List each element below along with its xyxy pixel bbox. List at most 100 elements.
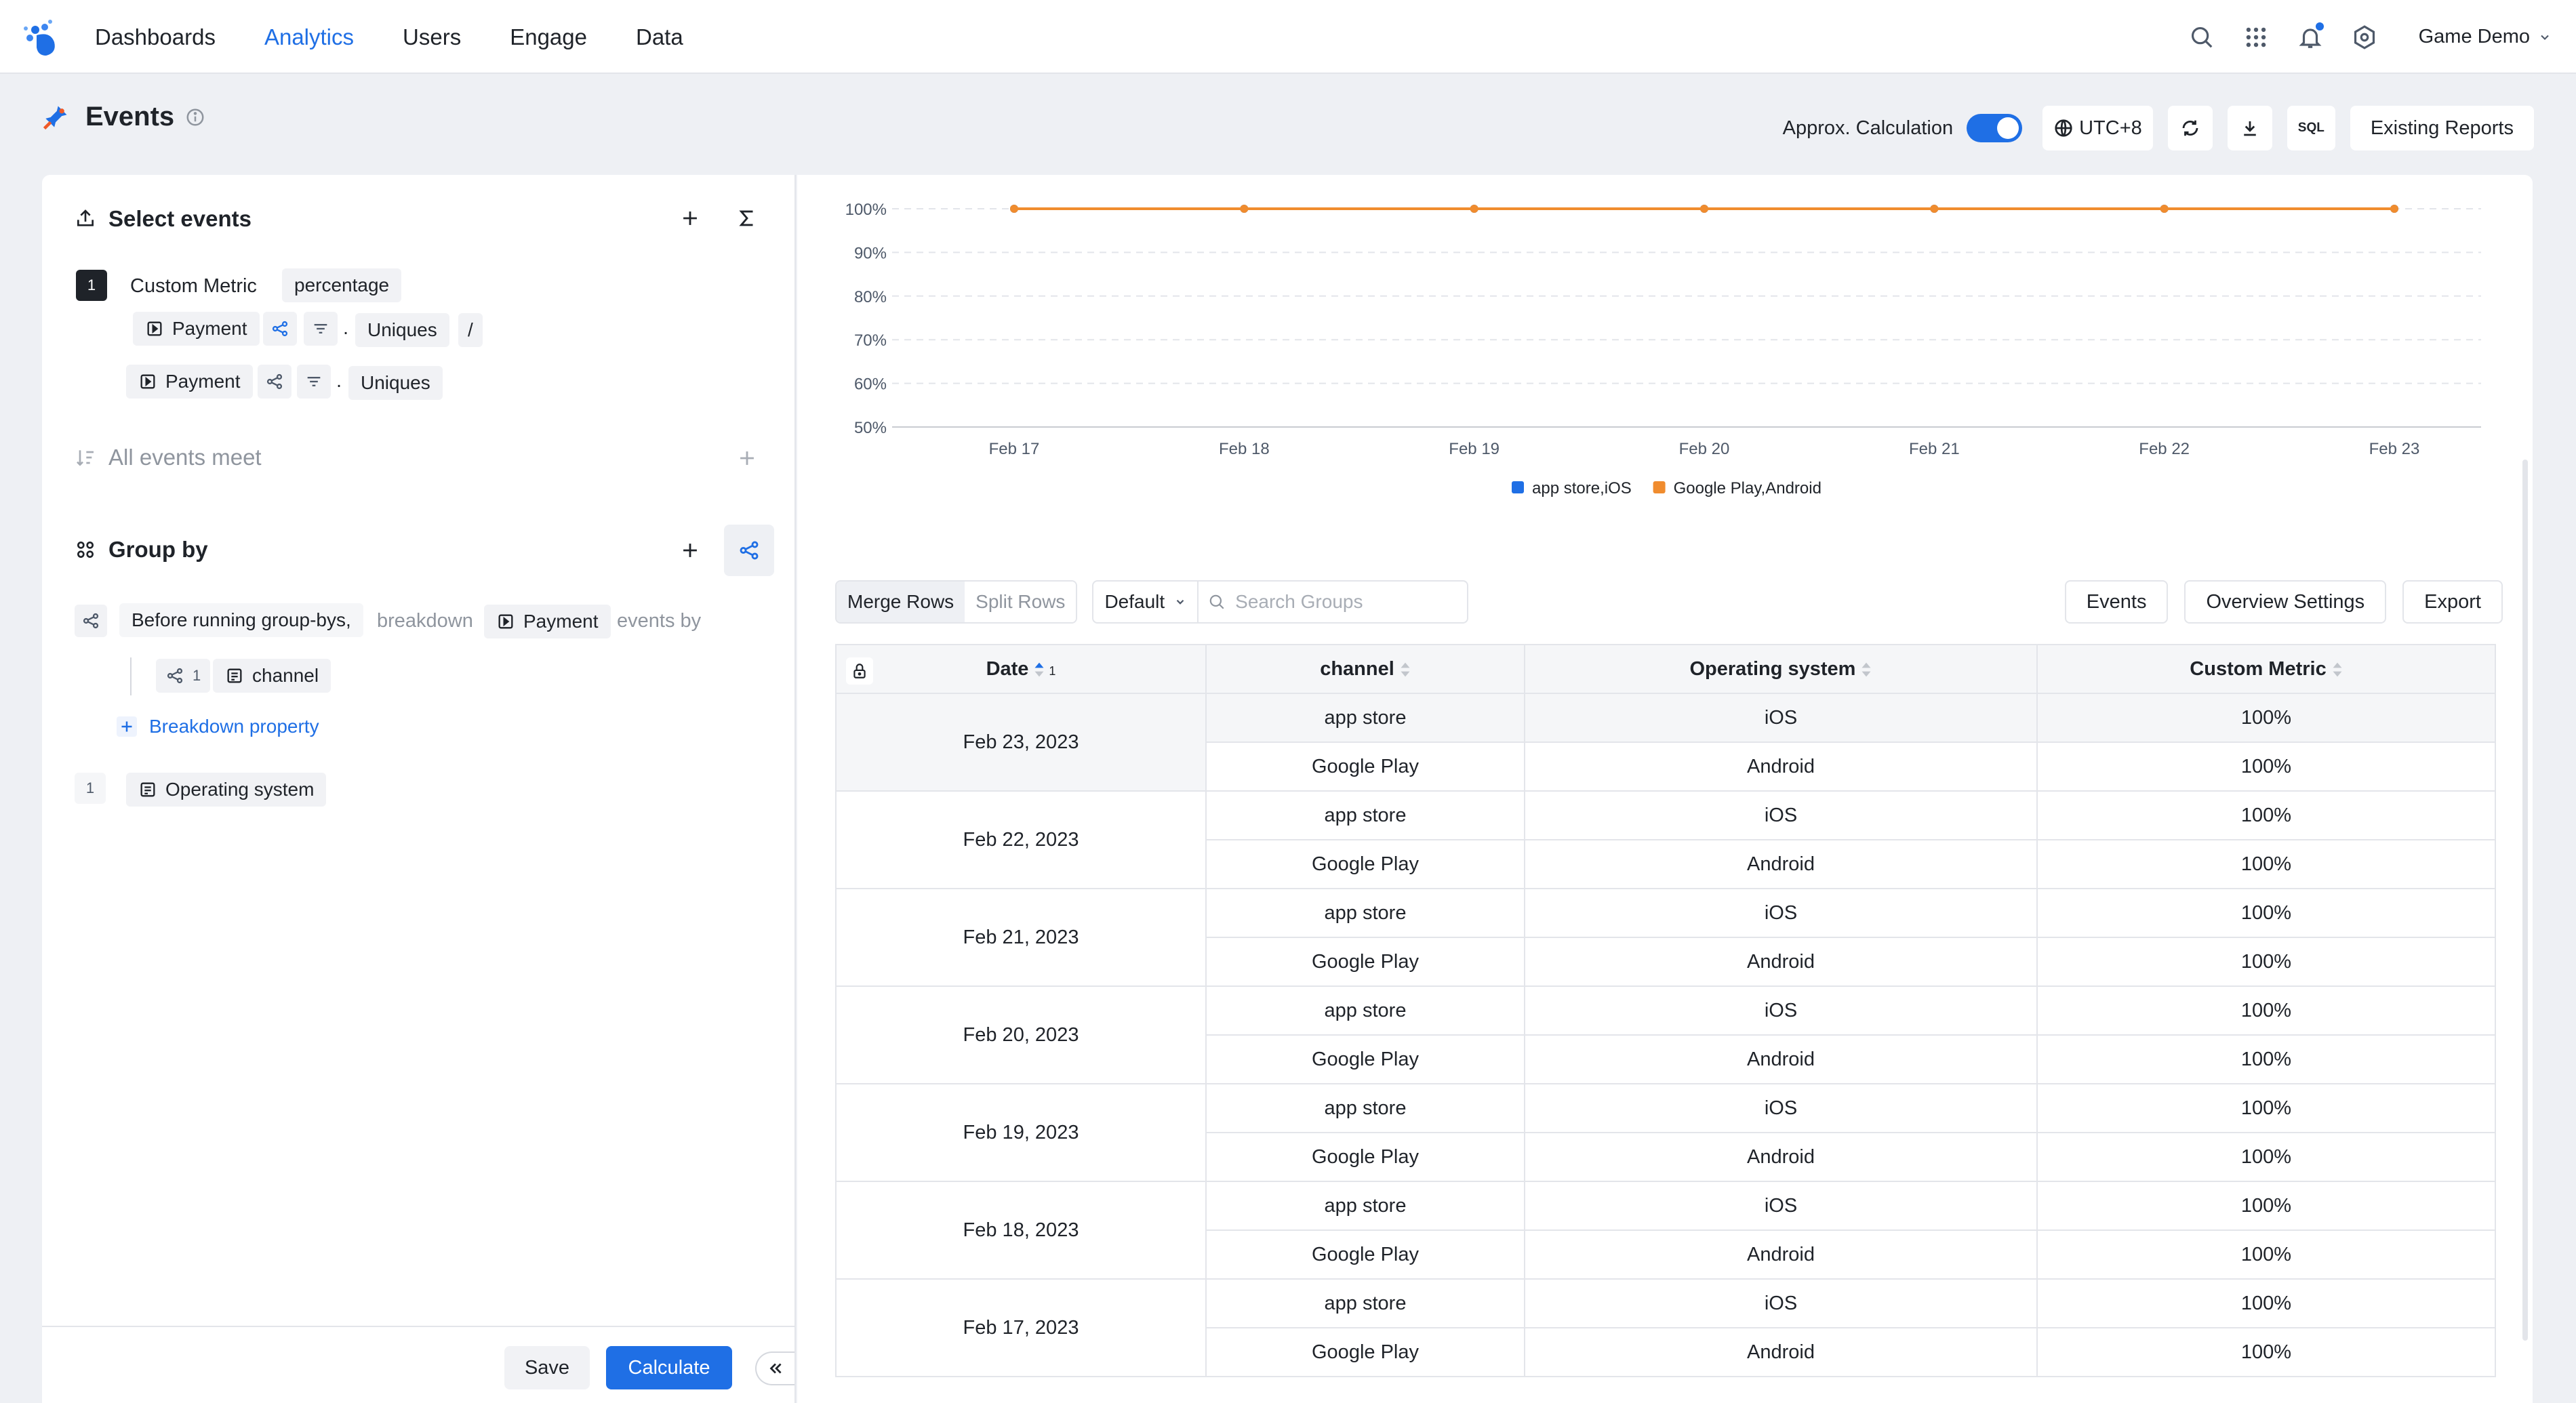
group-index-badge: 1 <box>75 773 106 804</box>
sort-icon[interactable] <box>1861 661 1872 678</box>
legend-swatch <box>1653 481 1666 493</box>
query-builder-panel: Select events 1 Custom Metric percentage… <box>42 175 796 1403</box>
nav-dashboards[interactable]: Dashboards <box>95 24 216 50</box>
results-table: Date 1 channel Operating system Custom Me… <box>835 644 2496 1377</box>
os-cell: iOS <box>1524 1278 2038 1328</box>
table-row[interactable]: Feb 18, 2023 app store iOS 100% <box>835 1181 2496 1280</box>
table-row[interactable]: Feb 19, 2023 app store iOS 100% <box>835 1083 2496 1182</box>
metric-format-chip[interactable]: percentage <box>282 268 402 302</box>
plus-icon <box>740 451 754 465</box>
refresh-button[interactable] <box>2167 106 2213 150</box>
channel-cell: Google Play <box>1205 1132 1525 1182</box>
y-tick-label: 100% <box>845 201 887 219</box>
nav-data[interactable]: Data <box>636 24 683 50</box>
calculate-button[interactable]: Calculate <box>606 1346 732 1389</box>
existing-reports-label: Existing Reports <box>2370 117 2514 139</box>
download-button[interactable] <box>2227 106 2272 150</box>
denominator-dot: . <box>336 370 342 392</box>
sort-icon[interactable] <box>2332 661 2343 678</box>
collapse-panel-button[interactable] <box>755 1351 794 1385</box>
main-nav: Dashboards Analytics Users Engage Data <box>95 0 732 74</box>
filter-icon <box>307 377 321 386</box>
settings-gear-icon[interactable] <box>2337 10 2392 64</box>
search-groups-input[interactable] <box>1235 591 1453 613</box>
save-button[interactable]: Save <box>504 1346 590 1389</box>
apps-grid-icon[interactable] <box>2229 10 2283 64</box>
bell-icon[interactable] <box>2283 10 2337 64</box>
table-row[interactable]: Feb 17, 2023 app store iOS 100% <box>835 1278 2496 1377</box>
os-cell: Android <box>1524 1327 2038 1377</box>
table-row[interactable]: Feb 23, 2023 app store iOS 100% <box>835 693 2496 792</box>
group-by-section-title: Group by <box>75 537 208 563</box>
timezone-label: UTC+8 <box>2079 117 2142 139</box>
numerator-event-chip[interactable]: Payment <box>133 312 260 346</box>
os-column-header[interactable]: Operating system <box>1524 644 2038 694</box>
share-nodes-icon <box>272 321 288 337</box>
event-icon <box>498 614 513 629</box>
os-cell: iOS <box>1524 790 2038 840</box>
events-button[interactable]: Events <box>2064 580 2169 624</box>
nav-users[interactable]: Users <box>403 24 461 50</box>
sql-button[interactable]: SQL <box>2287 106 2335 150</box>
table-row[interactable]: Feb 20, 2023 app store iOS 100% <box>835 985 2496 1084</box>
export-button[interactable]: Export <box>2402 580 2503 624</box>
approx-calculation-label: Approx. Calculation <box>1782 117 1954 139</box>
denominator-agg-chip[interactable]: Uniques <box>348 366 443 400</box>
add-filter-button[interactable] <box>728 439 766 477</box>
row-mode-toggle: Merge Rows Split Rows <box>835 580 1078 624</box>
sort-select[interactable]: Default <box>1092 580 1199 624</box>
channel-column-header[interactable]: channel <box>1205 644 1525 694</box>
project-name: Game Demo <box>2418 26 2530 47</box>
merge-rows-button[interactable]: Merge Rows <box>837 582 965 622</box>
info-icon[interactable] <box>185 107 205 127</box>
overview-settings-button[interactable]: Overview Settings <box>2184 580 2387 624</box>
approx-calculation-toggle[interactable] <box>1967 114 2023 142</box>
add-breakdown-property-button[interactable]: Breakdown property <box>117 716 319 737</box>
sort-icon[interactable] <box>1034 661 1045 678</box>
add-group-button[interactable] <box>671 531 709 569</box>
lock-icon[interactable] <box>846 657 873 685</box>
metric-cell: 100% <box>2036 1034 2496 1084</box>
numerator-filter-button[interactable] <box>304 312 338 346</box>
all-events-meet-title[interactable]: All events meet <box>75 445 262 470</box>
app-logo-icon[interactable] <box>20 18 61 58</box>
group-property-chip[interactable]: Operating system <box>126 773 327 807</box>
metric-cell: 100% <box>2036 693 2496 743</box>
top-bar: Dashboards Analytics Users Engage Data G… <box>0 0 2576 74</box>
date-column-header[interactable]: Date 1 <box>835 644 1207 694</box>
add-event-button[interactable] <box>671 199 709 237</box>
table-actions: Events Overview Settings Export <box>2049 580 2503 624</box>
timezone-button[interactable]: UTC+8 <box>2042 106 2153 150</box>
metric-column-header[interactable]: Custom Metric <box>2036 644 2496 694</box>
denominator-event-chip[interactable]: Payment <box>126 365 253 399</box>
sub-breakdown-badge: 1 <box>156 659 211 693</box>
double-chevron-left-icon <box>769 1363 782 1374</box>
table-row[interactable]: Feb 21, 2023 app store iOS 100% <box>835 888 2496 987</box>
numerator-agg-chip[interactable]: Uniques <box>355 313 449 347</box>
search-icon <box>1209 594 1224 609</box>
sub-property-chip[interactable]: channel <box>213 659 331 693</box>
nav-analytics[interactable]: Analytics <box>264 24 354 50</box>
sort-icon[interactable] <box>1400 661 1411 678</box>
nav-engage[interactable]: Engage <box>510 24 587 50</box>
group-breakdown-button[interactable] <box>724 525 774 576</box>
results-scrollbar[interactable] <box>2518 460 2533 1341</box>
breakdown-event-chip[interactable]: Payment <box>484 605 611 638</box>
project-selector[interactable]: Game Demo <box>2419 26 2552 48</box>
metric-index-badge: 1 <box>76 270 107 301</box>
existing-reports-button[interactable]: Existing Reports <box>2350 106 2534 150</box>
channel-cell: app store <box>1205 1083 1525 1133</box>
os-cell: Android <box>1524 741 2038 792</box>
metric-name[interactable]: Custom Metric <box>130 275 257 298</box>
split-rows-button[interactable]: Split Rows <box>965 582 1076 622</box>
operator-chip[interactable]: / <box>458 313 483 347</box>
search-icon[interactable] <box>2175 10 2229 64</box>
page-title: Events <box>85 102 175 131</box>
denominator-filter-button[interactable] <box>297 365 331 399</box>
channel-cell: app store <box>1205 790 1525 840</box>
denominator-breakdown-button[interactable] <box>258 365 291 399</box>
custom-formula-button[interactable] <box>728 199 766 237</box>
table-row[interactable]: Feb 22, 2023 app store iOS 100% <box>835 790 2496 889</box>
data-point <box>1930 205 1939 213</box>
numerator-breakdown-button[interactable] <box>263 312 297 346</box>
